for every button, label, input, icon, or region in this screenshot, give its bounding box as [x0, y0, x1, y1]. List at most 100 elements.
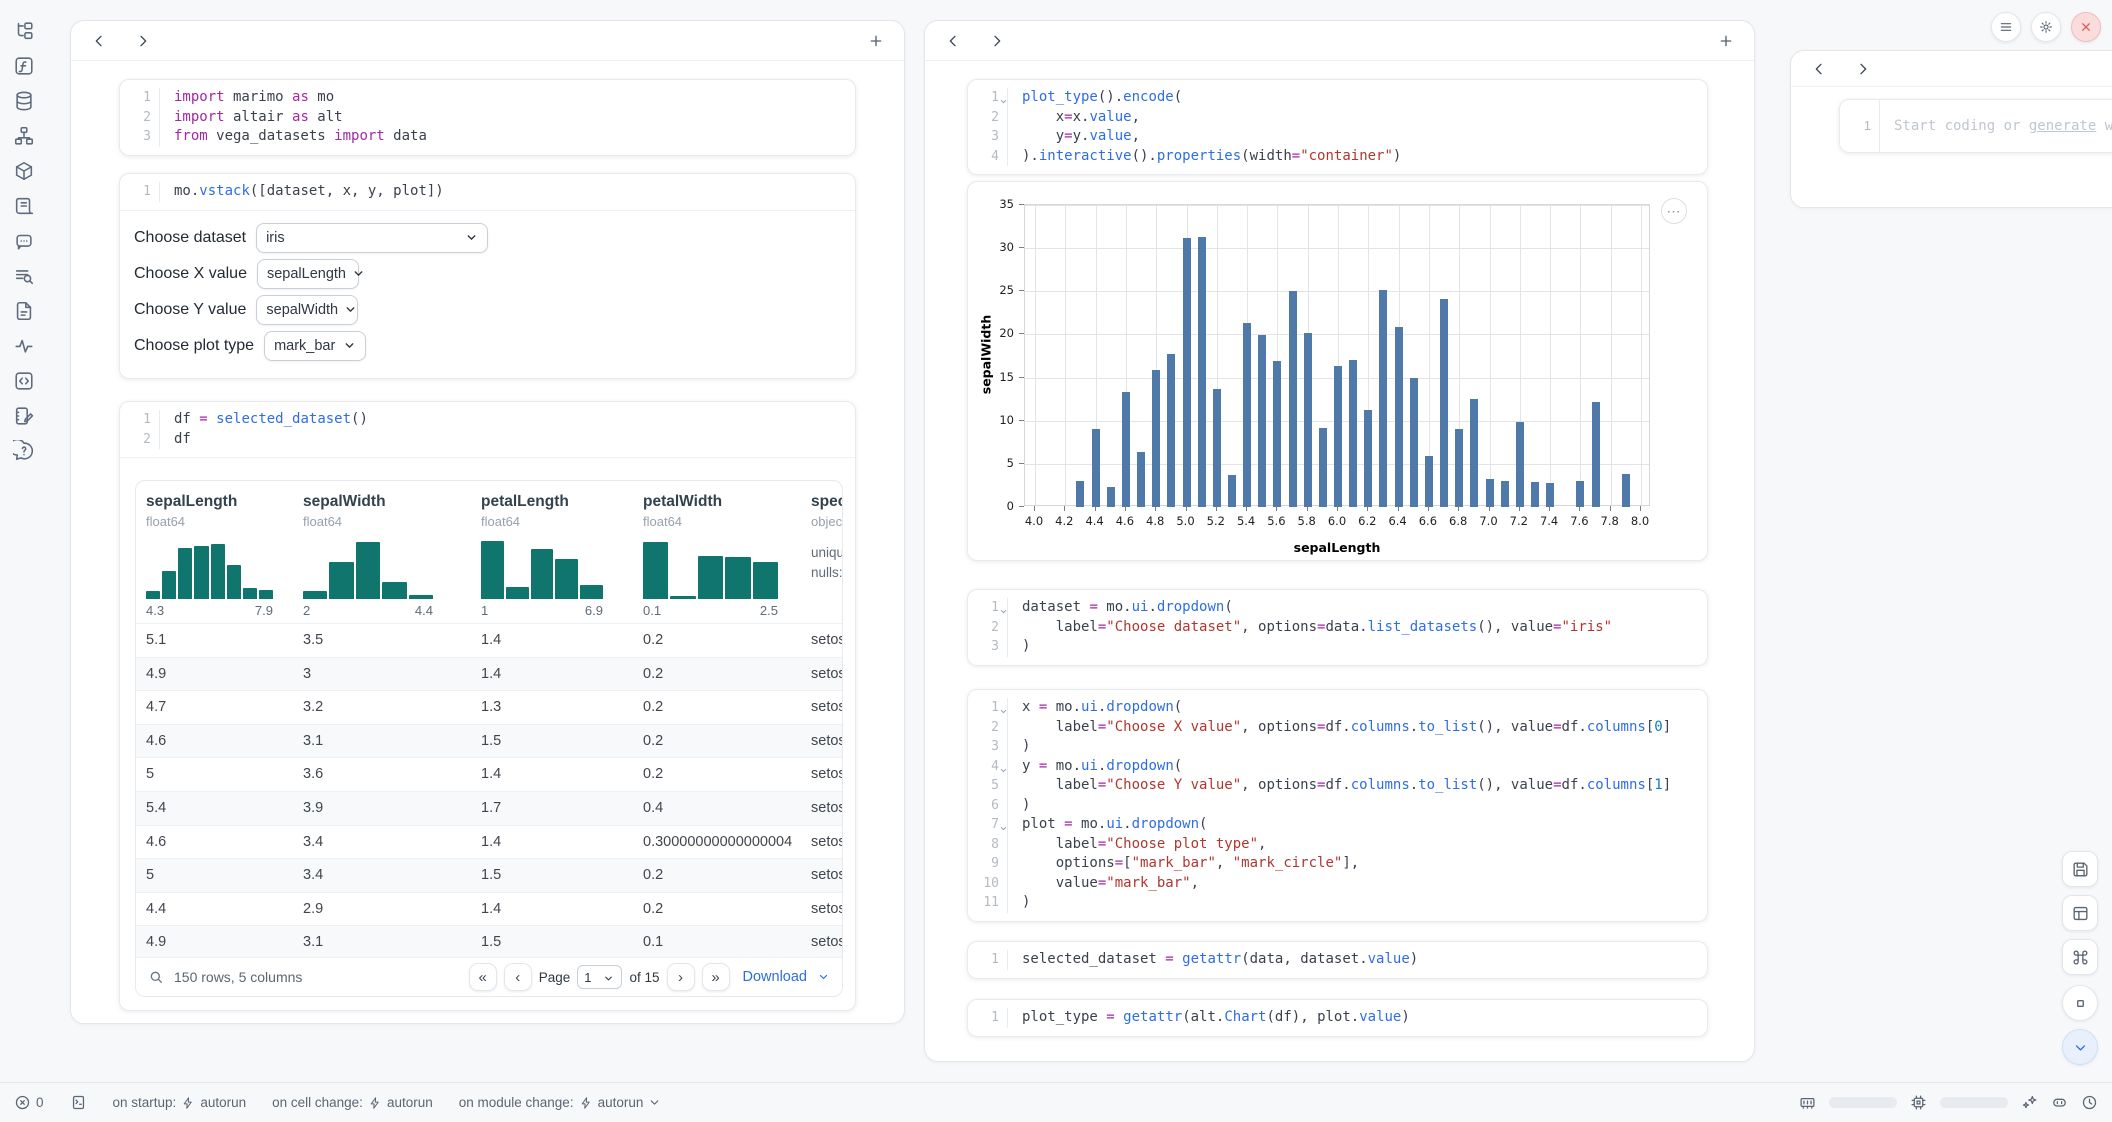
add-column-icon[interactable]: [868, 33, 884, 49]
next-page-button[interactable]: ›: [667, 963, 695, 991]
code-line[interactable]: 1dataset = mo.ui.dropdown(: [968, 598, 1707, 618]
chevron-left-icon[interactable]: [1811, 61, 1827, 77]
on-startup-setting[interactable]: on startup: autorun: [113, 1095, 247, 1110]
code-cell-imports[interactable]: 1import marimo as mo2import altair as al…: [119, 79, 856, 156]
chevron-right-icon[interactable]: [1855, 61, 1871, 77]
code-cell-plot[interactable]: 1plot_type().encode(2 x=x.value,3 y=y.va…: [967, 79, 1708, 175]
last-page-button[interactable]: »: [702, 963, 730, 991]
code-line[interactable]: 2import altair as alt: [120, 108, 855, 128]
on-module-change-setting[interactable]: on module change: autorun: [459, 1095, 662, 1110]
code-line[interactable]: 2 label="Choose dataset", options=data.l…: [968, 618, 1707, 638]
code-line[interactable]: 10 value="mark_bar",: [968, 874, 1707, 894]
column-header-petalWidth[interactable]: petalWidth float64 0.12.5: [643, 493, 778, 618]
previous-page-button[interactable]: ‹: [504, 963, 532, 991]
code-line[interactable]: 3 y=y.value,: [968, 127, 1707, 147]
dropdown-choose-y-value[interactable]: sepalWidth: [256, 295, 358, 325]
scroll-down-button[interactable]: [2062, 1029, 2098, 1065]
table-row[interactable]: 53.41.50.2setosa: [136, 859, 842, 893]
chevron-right-icon[interactable]: [135, 33, 151, 49]
code-line[interactable]: 3from vega_datasets import data: [120, 127, 855, 147]
table-row[interactable]: 53.61.40.2setosa: [136, 758, 842, 792]
code-line[interactable]: 8 label="Choose plot type",: [968, 835, 1707, 855]
code-line[interactable]: 1import marimo as mo: [120, 88, 855, 108]
add-column-icon[interactable]: [1718, 33, 1734, 49]
find-icon[interactable]: [13, 265, 35, 287]
marimo-file-icon[interactable]: [13, 55, 35, 77]
table-row[interactable]: 4.42.91.40.2setosa: [136, 893, 842, 927]
column-header-sepalWidth[interactable]: sepalWidth float64 24.4: [303, 493, 433, 618]
scratchpad-icon[interactable]: [13, 405, 35, 427]
code-line[interactable]: 3): [968, 737, 1707, 757]
download-button[interactable]: Download: [743, 969, 831, 985]
code-line[interactable]: 1plot_type = getattr(alt.Chart(df), plot…: [968, 1008, 1707, 1028]
code-cell-xyplot[interactable]: 1x = mo.ui.dropdown(2 label="Choose X va…: [967, 689, 1708, 922]
database-icon[interactable]: [13, 90, 35, 112]
fold-chevron-icon[interactable]: [999, 703, 1008, 712]
logs-icon[interactable]: [13, 195, 35, 217]
table-row[interactable]: 4.63.41.40.30000000000000004setosa: [136, 826, 842, 860]
table-row[interactable]: 4.73.21.30.2setosa: [136, 691, 842, 725]
code-line[interactable]: 3): [968, 637, 1707, 657]
sparkles-icon[interactable]: [2021, 1094, 2038, 1111]
fold-chevron-icon[interactable]: [999, 762, 1008, 771]
menu-button[interactable]: [1991, 12, 2021, 42]
fold-chevron-icon[interactable]: [999, 820, 1008, 829]
code-line[interactable]: 11): [968, 893, 1707, 913]
snippets-icon[interactable]: [13, 370, 35, 392]
code-line[interactable]: 1mo.vstack([dataset, x, y, plot]): [120, 182, 855, 202]
code-line[interactable]: 4).interactive().properties(width="conta…: [968, 147, 1707, 167]
dropdown-choose-x-value[interactable]: sepalLength: [257, 259, 359, 289]
code-line[interactable]: 6): [968, 796, 1707, 816]
settings-button[interactable]: [2031, 12, 2061, 42]
code-cell-dataset[interactable]: 1dataset = mo.ui.dropdown(2 label="Choos…: [967, 589, 1708, 666]
column-header-sepalLength[interactable]: sepalLength float64 4.37.9: [146, 493, 273, 618]
keyboard-shortcuts-button[interactable]: [2062, 939, 2098, 975]
first-page-button[interactable]: «: [469, 963, 497, 991]
code-line[interactable]: 1plot_type().encode(: [968, 88, 1707, 108]
code-line[interactable]: 4y = mo.ui.dropdown(: [968, 757, 1707, 777]
fold-chevron-icon[interactable]: [999, 603, 1008, 612]
dropdown-choose-plot-type[interactable]: mark_bar: [264, 331, 366, 361]
packages-icon[interactable]: [13, 160, 35, 182]
documentation-icon[interactable]: [13, 300, 35, 322]
code-line[interactable]: 7plot = mo.ui.dropdown(: [968, 815, 1707, 835]
file-tree-icon[interactable]: [13, 20, 35, 42]
table-row[interactable]: 4.931.40.2setosa: [136, 658, 842, 692]
close-button[interactable]: [2071, 12, 2101, 42]
code-cell-vstack[interactable]: 1mo.vstack([dataset, x, y, plot]) Choose…: [119, 173, 856, 379]
code-line[interactable]: 2 label="Choose X value", options=df.col…: [968, 718, 1707, 738]
clock-icon[interactable]: [2081, 1094, 2098, 1111]
more-options-button[interactable]: ⋯: [1661, 198, 1687, 224]
page-select[interactable]: 1: [577, 965, 622, 989]
dropdown-choose-dataset[interactable]: iris: [256, 223, 488, 253]
table-row[interactable]: 4.93.11.50.1setosa: [136, 926, 842, 960]
code-line[interactable]: 2df: [120, 430, 855, 450]
chevron-left-icon[interactable]: [945, 33, 961, 49]
plot-area[interactable]: [1024, 204, 1650, 506]
table-row[interactable]: 5.43.91.70.4setosa: [136, 792, 842, 826]
column-header-species[interactable]: species objectuniquenulls:: [811, 493, 843, 583]
column-header-petalLength[interactable]: petalLength float64 16.9: [481, 493, 603, 618]
code-line[interactable]: 1df = selected_dataset(): [120, 410, 855, 430]
copilot-icon[interactable]: [2051, 1094, 2068, 1111]
chevron-left-icon[interactable]: [91, 33, 107, 49]
generate-with-ai-link[interactable]: generate: [2029, 118, 2096, 134]
code-line[interactable]: 1x = mo.ui.dropdown(: [968, 698, 1707, 718]
code-cell-df[interactable]: 1df = selected_dataset()2df sepalLength …: [119, 401, 856, 1011]
code-line[interactable]: 9 options=["mark_bar", "mark_circle"],: [968, 854, 1707, 874]
table-row[interactable]: 5.13.51.40.2setosa: [136, 624, 842, 658]
code-line[interactable]: 1selected_dataset = getattr(data, datase…: [968, 950, 1707, 970]
fold-chevron-icon[interactable]: [999, 93, 1008, 102]
chat-bot-icon[interactable]: [13, 230, 35, 252]
table-row[interactable]: 4.63.11.50.2setosa: [136, 725, 842, 759]
empty-code-cell[interactable]: 1 Start coding or generate with AI.: [1839, 99, 2112, 153]
code-placeholder[interactable]: Start coding or generate with AI.: [1880, 118, 2112, 134]
save-button[interactable]: [2062, 851, 2098, 887]
code-line[interactable]: 5 label="Choose Y value", options=df.col…: [968, 776, 1707, 796]
on-cell-change-setting[interactable]: on cell change: autorun: [272, 1095, 433, 1110]
app-layout-button[interactable]: [2062, 895, 2098, 931]
chevron-right-icon[interactable]: [989, 33, 1005, 49]
search-icon[interactable]: [148, 969, 164, 985]
stop-button[interactable]: [2062, 985, 2098, 1021]
code-cell-selected-dataset[interactable]: 1selected_dataset = getattr(data, datase…: [967, 941, 1708, 979]
